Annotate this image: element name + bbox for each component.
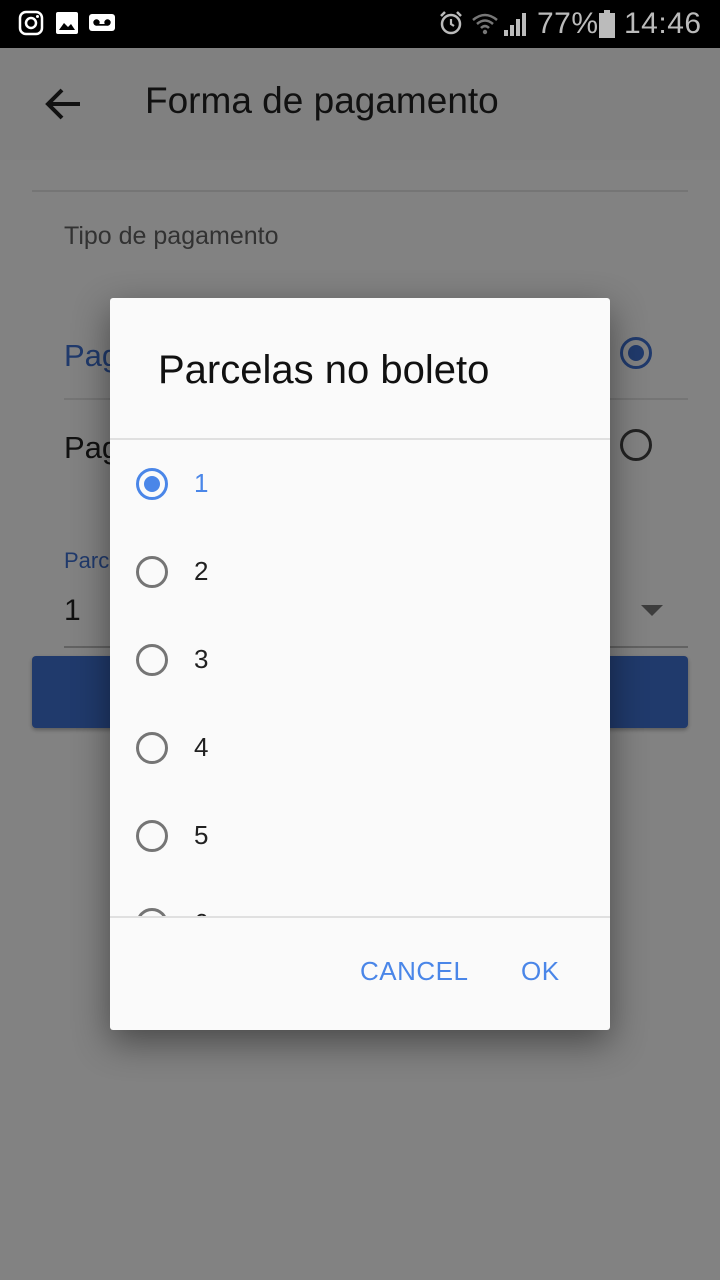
radio-unselected[interactable] [136,820,168,852]
battery-icon [598,9,616,44]
installments-list[interactable]: 1 2 3 4 5 6 [110,440,610,916]
list-item-label: 1 [194,468,209,498]
battery-percent: 77% [537,7,599,40]
list-item-label: 4 [194,732,209,762]
list-item-label: 6 [194,908,208,916]
gallery-icon [55,10,79,41]
list-item[interactable]: 3 [110,616,610,704]
list-item-label: 5 [194,820,209,850]
radio-unselected[interactable] [136,644,168,676]
list-item[interactable]: 4 [110,704,610,792]
status-bar: 77% 14:46 [0,0,720,48]
ok-button[interactable]: OK [521,956,560,987]
list-item-label: 3 [194,644,209,674]
installments-dialog: Parcelas no boleto 1 2 3 4 5 6 CANCEL OK [110,298,610,1030]
wifi-icon [471,10,499,43]
list-item[interactable]: 1 [110,440,610,528]
radio-selected[interactable] [136,468,168,500]
list-item[interactable]: 5 [110,792,610,880]
list-item[interactable]: 2 [110,528,610,616]
list-item-label: 2 [194,556,209,586]
instagram-icon [18,10,44,41]
alarm-icon [438,10,464,41]
divider [110,916,610,918]
list-item[interactable]: 6 [110,880,610,916]
radio-unselected[interactable] [136,732,168,764]
voicemail-icon [88,10,116,41]
signal-icon [503,10,529,43]
clock: 14:46 [624,7,702,40]
cancel-button[interactable]: CANCEL [360,956,468,987]
radio-unselected[interactable] [136,908,168,916]
dialog-title: Parcelas no boleto [158,348,490,392]
radio-unselected[interactable] [136,556,168,588]
